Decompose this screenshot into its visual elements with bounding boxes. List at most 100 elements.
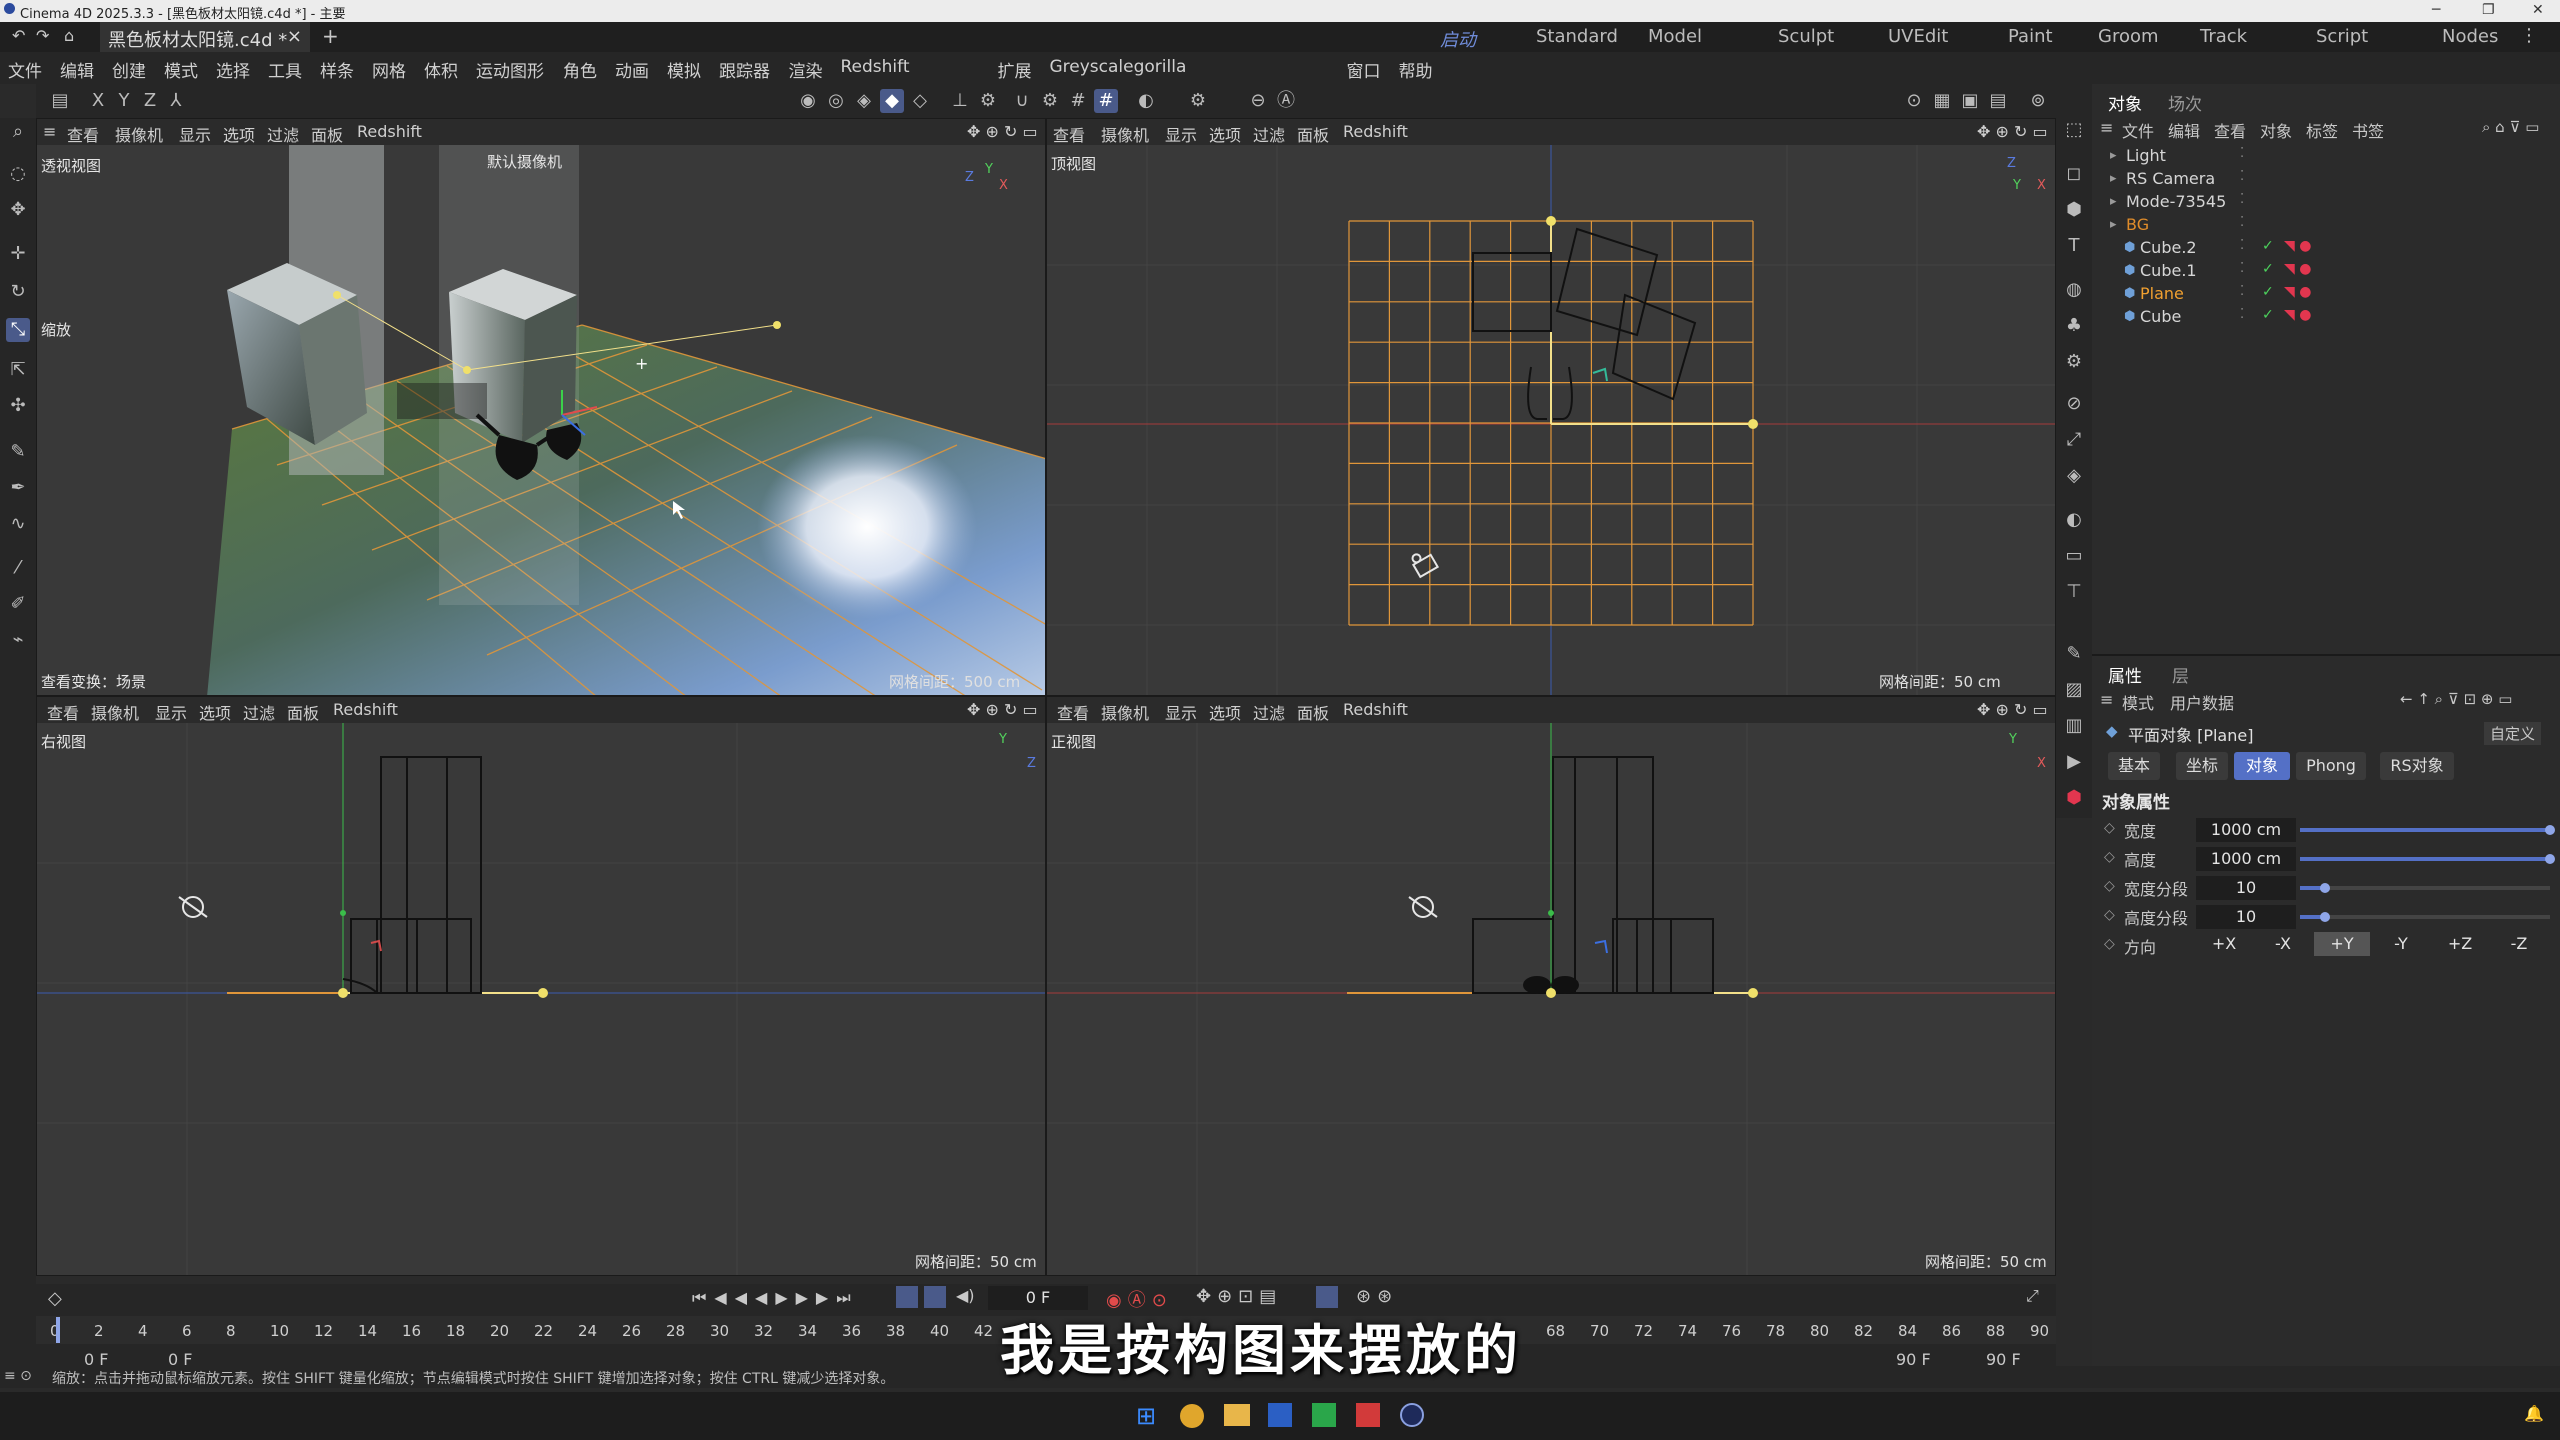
object-row[interactable]: ⬢ Cube ⁚ ✓ ◥ ● [2110,307,2550,329]
field-icon[interactable]: ⤢ [2062,428,2086,452]
vp-menu-redshift[interactable]: Redshift [357,122,422,141]
light-icon[interactable] [178,896,208,918]
handle[interactable] [340,910,346,916]
wechat-icon[interactable] [1312,1403,1336,1427]
more-icon[interactable]: ⋮ [2520,25,2538,46]
material-tag-icon[interactable]: ◥ ● [2284,261,2311,277]
volume-icon[interactable]: ◈ [2062,464,2086,488]
viewport-nav-icons[interactable]: ✥ ⊕ ↻ ▭ [1977,700,2048,719]
brush-icon[interactable]: ✎ [6,440,30,464]
expand-icon[interactable]: ⤢ [2026,1286,2039,1306]
attr-subtab[interactable]: Phong [2296,752,2366,780]
visibility-dots[interactable]: ⁚ [2240,169,2244,184]
material-tag-icon[interactable]: ◥ ● [2284,284,2311,300]
cube-primitive-icon[interactable]: ◻ [2062,162,2086,186]
search-icon[interactable]: ⌕ ⌂ ⊽ ▭ [2482,118,2539,136]
object-row[interactable]: ⬢ Cube.2 ⁚ ✓ ◥ ● [2110,238,2550,260]
light-object-icon[interactable]: ⊤ [2062,580,2086,604]
menu-item[interactable]: 编辑 [60,57,94,82]
vp-menu-options[interactable]: 选项 [1209,122,1241,146]
snap-settings-icon[interactable]: ⚙ [1038,89,1062,113]
object-name[interactable]: Mode-73545 [2126,192,2226,211]
close-window-icon[interactable]: ✕ [2532,2,2544,18]
toolbar-icon[interactable]: ▤ [48,89,72,113]
object-name[interactable]: Plane [2140,284,2184,303]
handle[interactable] [333,291,341,299]
prop-value-field[interactable]: 10 [2196,876,2296,900]
menu-item[interactable]: Redshift [841,57,910,77]
om-menu-item[interactable]: 编辑 [2168,118,2200,142]
vp-menu-filter[interactable]: 过滤 [267,122,299,146]
close-tab-icon[interactable]: × [287,26,302,47]
deformer-icon[interactable]: ⊘ [2062,392,2086,416]
handle[interactable] [1546,988,1556,998]
attr-subtab[interactable]: RS对象 [2380,752,2454,780]
menu-item[interactable]: 网格 [372,57,406,82]
playhead[interactable] [56,1317,60,1343]
vp-menu-panel[interactable]: 面板 [1297,122,1329,146]
layout-tab[interactable]: Nodes [2442,26,2498,47]
vp-menu-view[interactable]: 查看 [67,122,99,146]
move-icon[interactable]: ✛ [6,242,30,266]
scene-icon[interactable]: ◐ [2062,508,2086,532]
viewport-nav-icons[interactable]: ✥ ⊕ ↻ ▭ [967,122,1038,141]
vp-menu-panel[interactable]: 面板 [311,122,343,146]
enabled-check-icon[interactable]: ✓ [2262,261,2274,277]
top-viewport[interactable]: 查看 摄像机 显示 选项 过滤 面板 Redshift ✥ ⊕ ↻ ▭ Z Y … [1046,118,2056,696]
handle[interactable] [1548,910,1554,916]
playback-controls[interactable]: ⏮◀◀◀▶▶▶⏭ [692,1288,859,1308]
menu-item[interactable]: 角色 [563,57,597,82]
vp-menu-filter[interactable]: 过滤 [1253,122,1285,146]
vp-menu-filter[interactable]: 过滤 [1253,700,1285,724]
motion-icons[interactable]: ⊛⊛ [1356,1286,1398,1307]
sculpt-icon[interactable]: ✐ [6,592,30,616]
object-row[interactable]: ▸ RS Camera ⁚ [2110,169,2550,191]
undo-icon[interactable]: ↶ [12,26,25,45]
camera-name[interactable]: 默认摄像机 [487,151,562,172]
object-row[interactable]: ▸ Mode-73545 ⁚ [2110,192,2550,214]
document-tab[interactable]: 黑色板材太阳镜.c4d * × [100,22,310,52]
direction-button[interactable]: +X [2196,932,2252,956]
menu-item[interactable]: 模拟 [667,57,701,82]
attr-userdata-menu[interactable]: 用户数据 [2170,690,2234,714]
handle[interactable] [1748,988,1758,998]
zoom-label[interactable]: 缩放 [41,319,71,340]
cinema4d-icon[interactable] [1400,1403,1424,1427]
cube-left[interactable] [227,263,367,445]
prop-slider[interactable] [2300,854,2555,864]
range-icon[interactable] [924,1286,946,1308]
object-row[interactable]: ▸ Light ⁚ [2110,146,2550,168]
loop-icon[interactable] [896,1286,918,1308]
viewport-menu-icon[interactable]: ≡ [43,122,56,141]
rotate-icon[interactable]: ↻ [6,280,30,304]
handle[interactable] [538,988,548,998]
word-icon[interactable] [1268,1403,1292,1427]
axis-y-lock[interactable]: Y [112,89,136,113]
paint-icon[interactable]: ⁄ [6,556,30,580]
attr-menu-icon[interactable]: ≡ [2100,690,2113,709]
aa-icon[interactable]: Ⓐ [1274,89,1298,113]
om-menu-item[interactable]: 书签 [2352,118,2384,142]
windows-start-icon[interactable]: ⊞ [1136,1402,1156,1430]
menu-item[interactable]: 工具 [268,57,302,82]
object-row[interactable]: ⬢ Cube.1 ⁚ ✓ ◥ ● [2110,261,2550,283]
slider-knob[interactable] [2320,912,2330,922]
layout-tab[interactable]: Standard [1536,26,1618,47]
redshift-icon[interactable]: ⬢ [2062,786,2086,810]
coord-system-icon[interactable]: ⅄ [164,89,188,113]
key-mode-icons[interactable]: ✥⊕⊡▤ [1196,1286,1282,1307]
om-menu-item[interactable]: 文件 [2122,118,2154,142]
live-select-icon[interactable]: ✥ [6,198,30,222]
object-name[interactable]: Cube [2140,307,2181,326]
enabled-check-icon[interactable]: ✓ [2262,307,2274,323]
camera-icon[interactable] [1409,548,1440,579]
sound-icon[interactable]: ◀) [956,1286,975,1305]
play-icon[interactable]: ▶ [2062,750,2086,774]
object-name[interactable]: BG [2126,215,2149,234]
axis-x-lock[interactable]: X [86,89,110,113]
visibility-dots[interactable]: ⁚ [2240,146,2244,161]
menu-item[interactable]: 动画 [615,57,649,82]
viewport-nav-icons[interactable]: ✥ ⊕ ↻ ▭ [967,700,1038,719]
menu-item[interactable]: 运动图形 [476,57,544,82]
object-row[interactable]: ▸ BG ⁚ [2110,215,2550,237]
